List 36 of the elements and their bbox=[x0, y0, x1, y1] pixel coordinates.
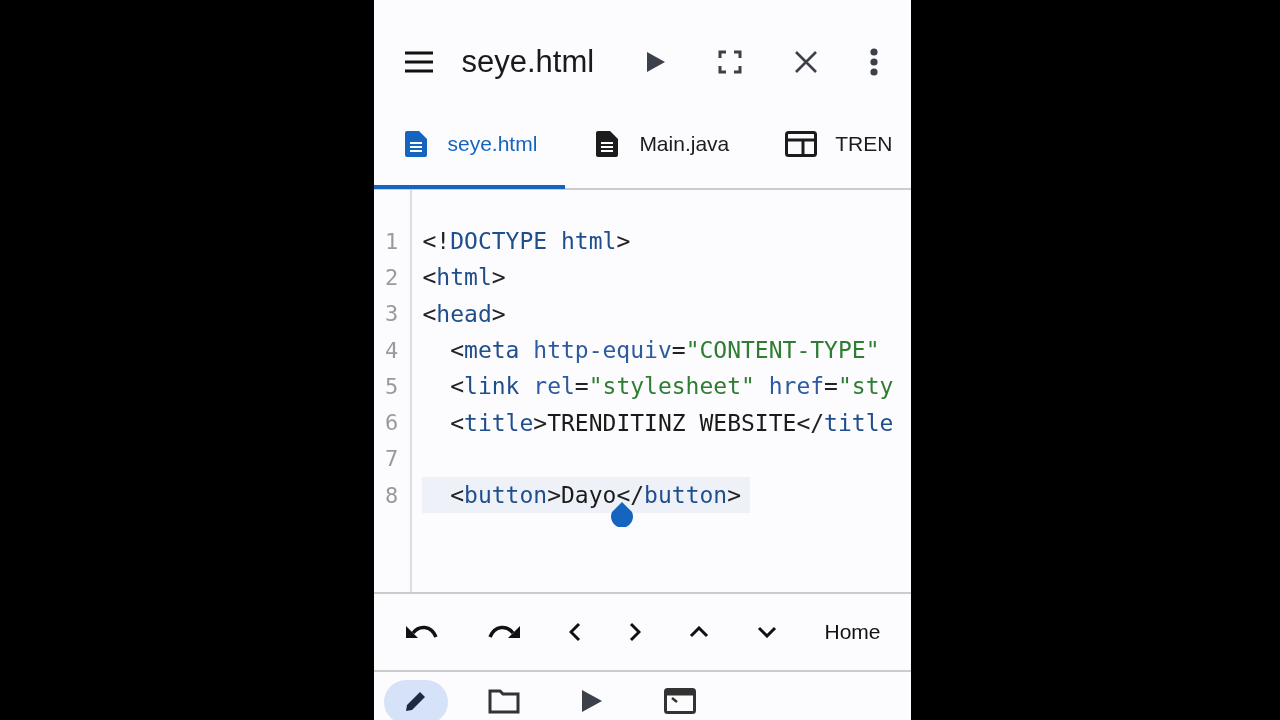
home-key[interactable]: Home bbox=[824, 620, 881, 644]
code-line: <head> bbox=[422, 300, 506, 327]
window-icon bbox=[785, 131, 818, 157]
line-number: 5 bbox=[383, 373, 400, 399]
code-line: <title>TRENDITINZ WEBSITE</title bbox=[449, 409, 894, 436]
file-tab[interactable]: Main.java bbox=[565, 103, 758, 189]
close-icon[interactable] bbox=[794, 50, 819, 74]
redo-icon[interactable] bbox=[487, 623, 522, 641]
menu-icon[interactable] bbox=[403, 51, 434, 73]
code-line: <!DOCTYPE html> bbox=[422, 228, 631, 255]
line-number: 2 bbox=[383, 264, 400, 290]
right-chevron-icon[interactable] bbox=[628, 622, 641, 642]
code-line: <button>Dayo</button> bbox=[449, 482, 742, 509]
file-tab[interactable]: seye.html bbox=[373, 103, 566, 189]
more-icon[interactable] bbox=[870, 48, 879, 76]
line-number: 6 bbox=[383, 410, 400, 436]
left-chevron-icon[interactable] bbox=[569, 622, 582, 642]
play-icon bbox=[579, 688, 604, 714]
undo-icon[interactable] bbox=[405, 623, 440, 641]
file-title: seye.html bbox=[461, 44, 595, 80]
code-line: <html> bbox=[422, 264, 506, 291]
play-icon[interactable] bbox=[646, 51, 667, 73]
file-tab[interactable]: TREN bbox=[757, 103, 911, 189]
fullscreen-icon[interactable] bbox=[718, 50, 743, 74]
line-number: 3 bbox=[383, 301, 400, 327]
down-chevron-icon[interactable] bbox=[756, 626, 777, 638]
terminal-icon bbox=[663, 688, 696, 714]
nav-item[interactable] bbox=[383, 680, 448, 720]
up-chevron-icon[interactable] bbox=[688, 626, 709, 638]
line-number: 1 bbox=[383, 228, 400, 254]
line-number: 4 bbox=[383, 337, 400, 363]
line-number: 7 bbox=[383, 446, 400, 472]
line-number: 8 bbox=[383, 482, 400, 508]
code-line: <meta http-equiv="CONTENT-TYPE" bbox=[449, 337, 880, 364]
code-line: <link rel="stylesheet" href="sty bbox=[449, 373, 894, 400]
folder-icon bbox=[487, 688, 520, 714]
